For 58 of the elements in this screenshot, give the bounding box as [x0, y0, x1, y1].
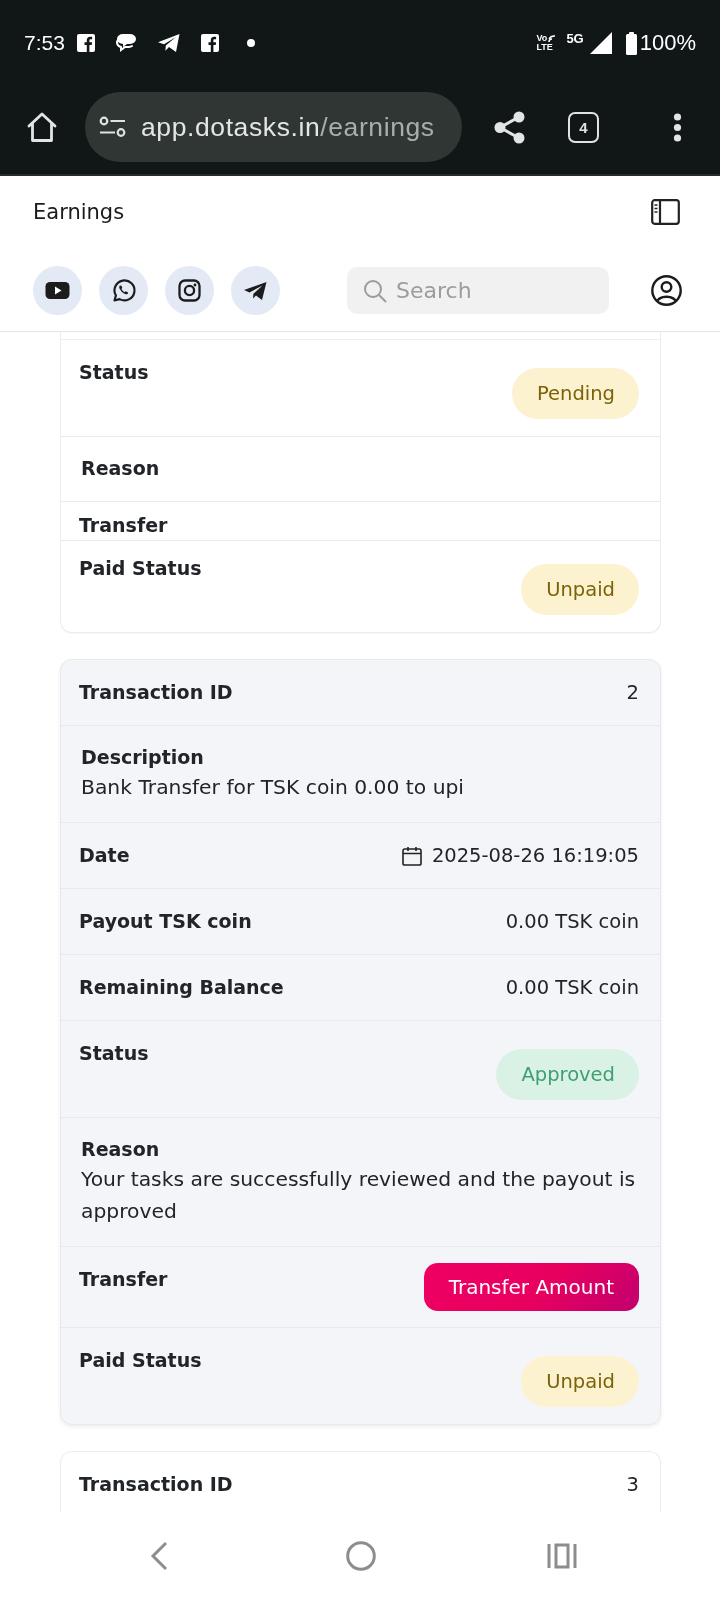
page-title: Earnings [33, 199, 125, 226]
sidebar-icon[interactable] [651, 199, 680, 225]
status-badge: Approved [496, 1049, 639, 1100]
detail-text: Your tasks are successfully reviewed and the payout is approved [81, 1166, 637, 1225]
battery-percentage: 100% [639, 31, 696, 55]
chat-bubbles-icon [114, 33, 137, 53]
signal-icon [589, 32, 612, 54]
field-label: Reason [81, 457, 160, 479]
home-icon[interactable] [26, 111, 58, 143]
share-icon[interactable] [493, 110, 526, 144]
network-type: 5G [566, 31, 584, 45]
paper-plane-icon [156, 33, 181, 53]
camera-icon[interactable] [165, 266, 214, 315]
field-value: 2 [626, 680, 639, 706]
field-label: Status [79, 360, 149, 385]
field-label: Status [79, 1041, 149, 1066]
lte-text: LTE [536, 43, 554, 52]
tab-switcher-button[interactable]: 4 [568, 111, 599, 143]
status-badge: Pending [512, 368, 639, 419]
status-badge: Unpaid [521, 564, 639, 615]
calendar-icon [401, 845, 422, 866]
back-icon[interactable] [150, 1541, 168, 1571]
field-label: Paid Status [79, 556, 202, 581]
field-label: Reason [81, 1138, 160, 1160]
search-icon [363, 279, 387, 303]
paper-plane-icon[interactable] [231, 266, 280, 315]
clock-time: 7:53 [24, 31, 65, 55]
field-label: Payout TSK coin [79, 909, 252, 934]
address-bar[interactable]: app.dotasks.in/earnings [85, 92, 462, 162]
search-field[interactable]: Search [347, 267, 609, 314]
field-value: 3 [626, 1472, 639, 1498]
call-waves-icon [548, 34, 557, 43]
phone-chat-icon[interactable] [99, 266, 148, 315]
transfer-amount-button[interactable]: Transfer Amount [423, 1263, 639, 1311]
home-circle-icon[interactable] [346, 1541, 376, 1571]
sliders-icon [99, 116, 126, 138]
recent-apps-icon[interactable] [547, 1543, 577, 1569]
field-label: Remaining Balance [79, 975, 284, 1000]
f-square-icon [200, 34, 219, 52]
user-avatar-icon[interactable] [651, 275, 682, 306]
field-label: Transfer [79, 514, 168, 536]
field-label: Description [81, 746, 204, 768]
detail-text: Bank Transfer for TSK coin 0.00 to upi [81, 774, 465, 801]
field-label: Transfer [79, 1267, 168, 1292]
field-label: Transaction ID [79, 1472, 233, 1497]
field-value: 0.00 TSK coin [505, 975, 639, 1001]
field-label: Paid Status [79, 1348, 202, 1373]
field-label: Transaction ID [79, 680, 233, 705]
battery-icon [625, 31, 637, 55]
field-value: 0.00 TSK coin [505, 909, 639, 935]
field-label: Date [79, 843, 130, 868]
status-badge: Unpaid [521, 1356, 639, 1407]
date-text: 2025-08-26 16:19:05 [431, 843, 639, 869]
notification-dot-icon [246, 39, 255, 47]
more-options-icon[interactable] [673, 112, 682, 142]
f-square-icon [76, 34, 95, 52]
volte-text: Vo [536, 34, 548, 43]
video-play-icon[interactable] [33, 266, 82, 315]
